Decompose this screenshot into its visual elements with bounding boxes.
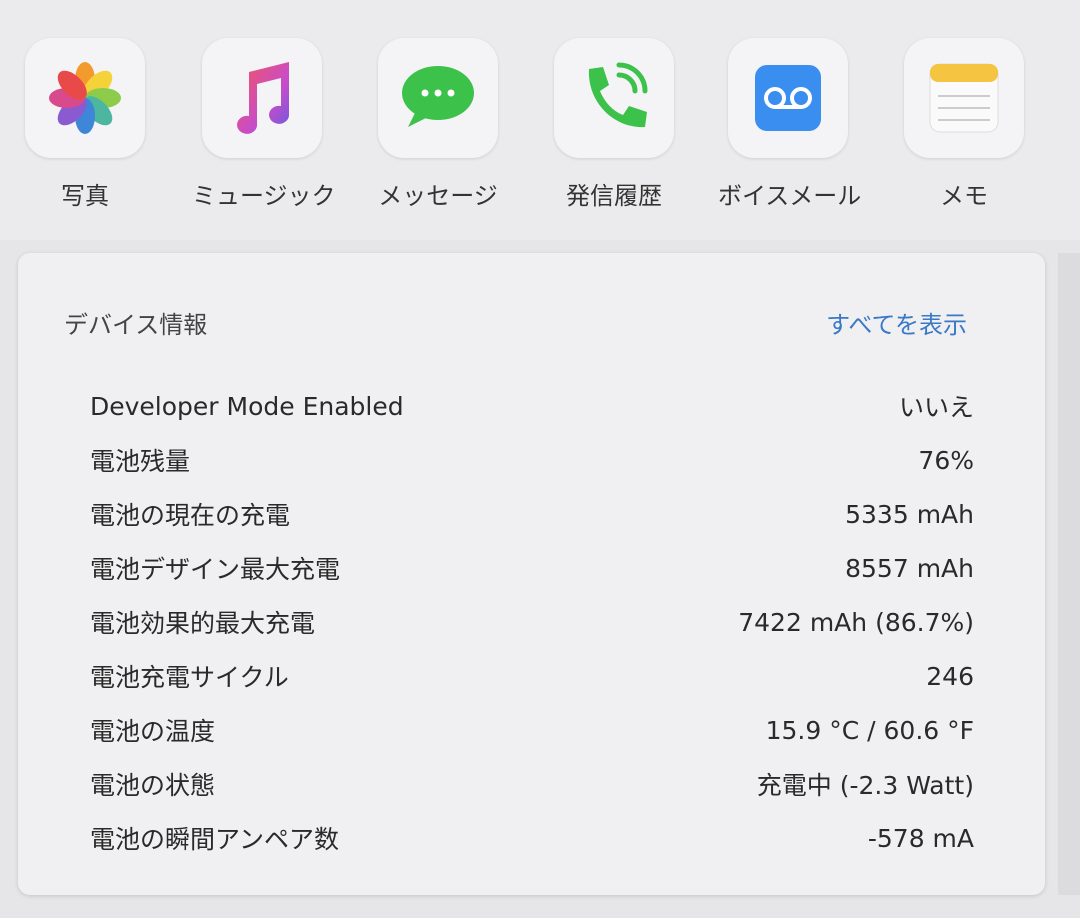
app-music[interactable]: ミュージック: [192, 38, 336, 211]
info-key: 電池残量: [90, 447, 191, 476]
info-key: 電池デザイン最大充電: [90, 555, 341, 584]
app-notes[interactable]: メモ: [894, 38, 1034, 211]
info-row: 電池デザイン最大充電 8557 mAh: [90, 541, 974, 595]
app-label: 写真: [61, 182, 109, 210]
music-icon: [202, 38, 322, 158]
info-value: 76%: [918, 445, 974, 475]
messages-icon: [378, 38, 498, 158]
info-value: 5335 mAh: [845, 499, 974, 529]
info-row: 電池の現在の充電 5335 mAh: [90, 487, 974, 541]
adjacent-panel-edge: [1058, 253, 1080, 895]
info-value: 充電中 (-2.3 Watt): [756, 771, 974, 800]
info-key: 電池の状態: [90, 771, 216, 800]
info-key: 電池の現在の充電: [90, 501, 291, 530]
app-label: メッセージ: [378, 182, 498, 210]
app-label: ミュージック: [192, 182, 336, 210]
app-photos[interactable]: 写真: [15, 38, 155, 211]
app-voicemail[interactable]: ボイスメール: [718, 38, 862, 211]
info-row: 電池残量 76%: [90, 433, 974, 487]
info-value: 7422 mAh (86.7%): [738, 607, 974, 637]
info-key: 電池の温度: [90, 717, 216, 746]
info-row: Developer Mode Enabled いいえ: [90, 379, 974, 433]
app-call-history[interactable]: 発信履歴: [544, 38, 684, 211]
show-all-link[interactable]: すべてを表示: [826, 305, 967, 340]
info-value: 15.9 °C / 60.6 °F: [765, 715, 974, 745]
app-messages[interactable]: メッセージ: [368, 38, 508, 211]
info-row: 電池の瞬間アンペア数 -578 mA: [90, 811, 974, 865]
photos-icon: [25, 38, 145, 158]
info-row: 電池の温度 15.9 °C / 60.6 °F: [90, 703, 974, 757]
info-value: -578 mA: [867, 823, 974, 853]
info-key: 電池充電サイクル: [90, 663, 289, 692]
info-key: 電池効果的最大充電: [90, 609, 316, 638]
app-label: メモ: [940, 182, 988, 210]
card-title: デバイス情報: [64, 311, 208, 339]
info-value: いいえ: [898, 393, 974, 422]
info-key: Developer Mode Enabled: [90, 391, 404, 421]
device-info-list: Developer Mode Enabled いいえ 電池残量 76% 電池の現…: [90, 379, 974, 865]
app-label: ボイスメール: [718, 182, 862, 210]
voicemail-icon: [728, 38, 848, 158]
info-value: 8557 mAh: [845, 553, 974, 583]
info-value: 246: [926, 661, 974, 691]
info-row: 電池効果的最大充電 7422 mAh (86.7%): [90, 595, 974, 649]
notes-icon: [904, 38, 1024, 158]
info-row: 電池充電サイクル 246: [90, 649, 974, 703]
info-key: 電池の瞬間アンペア数: [90, 825, 340, 854]
app-label: 発信履歴: [566, 182, 662, 210]
call-history-icon: [554, 38, 674, 158]
app-shortcut-row: 写真 ミュージック メッセージ 発信履歴 ボイスメール メモ: [0, 0, 1080, 240]
info-row: 電池の状態 充電中 (-2.3 Watt): [90, 757, 974, 811]
device-info-card: デバイス情報 すべてを表示 Developer Mode Enabled いいえ…: [18, 253, 1045, 895]
